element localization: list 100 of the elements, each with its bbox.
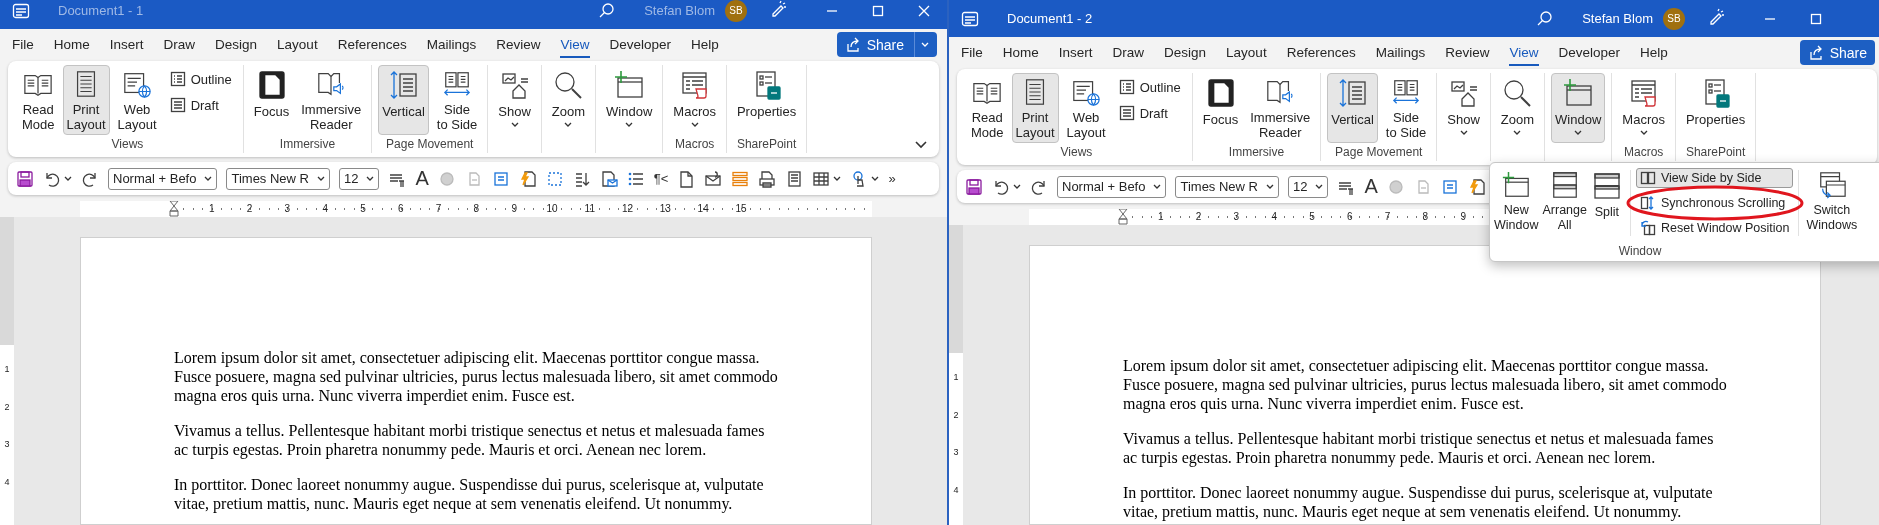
stripes-icon[interactable]: [731, 169, 750, 188]
caret-icon[interactable]: [510, 122, 519, 127]
macros-button[interactable]: Macros: [669, 65, 720, 135]
draft-button[interactable]: Draft: [164, 95, 237, 115]
web-layout-button[interactable]: Web Layout: [1062, 73, 1110, 143]
read-mode-button[interactable]: Read Mode: [18, 65, 59, 135]
ribbon-tab[interactable]: Insert: [109, 31, 144, 58]
draft-button[interactable]: Draft: [1113, 103, 1186, 123]
properties-button[interactable]: Properties: [732, 65, 801, 135]
dropdown-field[interactable]: 12: [339, 167, 380, 190]
print-layout-button[interactable]: Print Layout: [62, 65, 110, 135]
indent-marker-icon[interactable]: [169, 201, 179, 217]
immersive-reader-button[interactable]: Immersive Reader: [297, 65, 366, 135]
ribbon-tab[interactable]: Review: [1445, 39, 1490, 66]
outline-button[interactable]: Outline: [164, 69, 237, 89]
caret-icon[interactable]: [833, 176, 842, 181]
caret-icon[interactable]: [564, 122, 573, 127]
focus-button[interactable]: Focus: [1198, 73, 1243, 143]
dropdown-field[interactable]: Normal + Befo: [108, 167, 218, 190]
caret-icon[interactable]: [1153, 184, 1162, 189]
immersive-reader-button[interactable]: Immersive Reader: [1246, 73, 1315, 143]
side-to-side-button[interactable]: Side to Side: [432, 65, 482, 135]
web-layout-button[interactable]: Web Layout: [113, 65, 161, 135]
ribbon-tab[interactable]: View: [560, 31, 590, 58]
ribbon-tab[interactable]: References: [337, 31, 407, 58]
pen-icon[interactable]: [1707, 8, 1725, 26]
document-icon[interactable]: [785, 169, 804, 188]
macros-button[interactable]: Macros: [1618, 73, 1669, 143]
user-avatar[interactable]: SB: [1663, 7, 1685, 30]
dotted-selection-icon[interactable]: [545, 169, 564, 188]
lightning-page-icon[interactable]: [518, 169, 537, 188]
text-box-icon[interactable]: [491, 169, 510, 188]
caret-icon[interactable]: [625, 122, 634, 127]
show-button[interactable]: Show: [1443, 73, 1484, 143]
caret-icon[interactable]: [1315, 184, 1324, 189]
toolbar-button[interactable]: A: [415, 167, 429, 190]
ribbon-tab[interactable]: Mailings: [1375, 39, 1426, 66]
ribbon-tab[interactable]: Insert: [1058, 39, 1093, 66]
switch-windows-button[interactable]: Switch Windows: [1804, 166, 1860, 236]
save-icon[interactable]: [965, 177, 983, 196]
ribbon-tab[interactable]: Developer: [1558, 39, 1621, 66]
read-mode-button[interactable]: Read Mode: [967, 73, 1008, 143]
vertical-button[interactable]: Vertical: [1327, 73, 1378, 143]
ribbon-tab[interactable]: View: [1509, 39, 1539, 66]
caret-icon[interactable]: [366, 176, 375, 181]
dropdown-field[interactable]: Times New R: [1175, 175, 1279, 198]
reset-window-position-button[interactable]: Reset Window Position: [1635, 218, 1794, 238]
table-icon[interactable]: [812, 169, 831, 188]
caret-icon[interactable]: [690, 122, 699, 127]
ribbon-tab[interactable]: Developer: [609, 31, 672, 58]
envelope-clip-icon[interactable]: [704, 169, 723, 188]
view-side-by-side-button[interactable]: View Side by Side: [1635, 168, 1794, 188]
window-button[interactable]: Window: [602, 65, 657, 135]
share-button[interactable]: Share: [836, 32, 937, 57]
ribbon-tab[interactable]: Help: [1640, 39, 1668, 66]
toolbar-button[interactable]: A: [1364, 175, 1378, 198]
page-icon[interactable]: [677, 169, 696, 188]
zoom-button[interactable]: Zoom: [1496, 73, 1539, 143]
ribbon-tab[interactable]: Draw: [1112, 39, 1145, 66]
ribbon-tab[interactable]: Home: [1002, 39, 1039, 66]
toolbar-button[interactable]: »: [888, 171, 896, 186]
ribbon-tab[interactable]: Review: [496, 31, 541, 58]
outline-button[interactable]: Outline: [1113, 77, 1186, 97]
ribbon-tab[interactable]: References: [1286, 39, 1356, 66]
toolbar-button[interactable]: ¶<: [653, 171, 669, 186]
zoom-button[interactable]: Zoom: [547, 65, 590, 135]
caret-icon[interactable]: [871, 176, 880, 181]
caret-icon[interactable]: [1013, 184, 1021, 189]
caret-icon[interactable]: [1266, 184, 1274, 189]
dropdown-field[interactable]: Times New R: [226, 167, 330, 190]
indent-marker-icon[interactable]: [1118, 209, 1128, 225]
caret-icon[interactable]: [317, 176, 325, 181]
ribbon-tab[interactable]: Layout: [277, 31, 318, 58]
window-button[interactable]: Window: [1551, 73, 1606, 143]
caret-icon[interactable]: [1574, 130, 1583, 135]
print-layout-button[interactable]: Print Layout: [1011, 73, 1059, 143]
lightning-page-icon[interactable]: [1467, 177, 1486, 196]
ribbon-tab[interactable]: Help: [691, 31, 719, 58]
print-page-icon[interactable]: [758, 169, 777, 188]
dropdown-field[interactable]: 12: [1288, 175, 1329, 198]
share-button[interactable]: Share: [1799, 40, 1875, 65]
ribbon-tab[interactable]: Mailings: [426, 31, 477, 58]
mail-page-icon[interactable]: [599, 169, 618, 188]
ribbon-tab[interactable]: Home: [53, 31, 90, 58]
save-icon[interactable]: [16, 169, 34, 188]
split-button[interactable]: Split: [1588, 166, 1625, 236]
text-box-icon[interactable]: [1440, 177, 1459, 196]
caret-icon[interactable]: [1639, 130, 1648, 135]
search-icon[interactable]: [598, 1, 617, 20]
vertical-button[interactable]: Vertical: [378, 65, 429, 135]
user-avatar[interactable]: SB: [725, 0, 747, 22]
collapse-icon[interactable]: [915, 141, 927, 149]
ribbon-tab[interactable]: Layout: [1226, 39, 1267, 66]
caret-icon[interactable]: [1513, 130, 1522, 135]
search-icon[interactable]: [1536, 9, 1555, 28]
dropdown-field[interactable]: Normal + Befo: [1057, 175, 1167, 198]
ribbon-tab[interactable]: Design: [1164, 39, 1207, 66]
properties-button[interactable]: Properties: [1681, 73, 1750, 143]
ribbon-tab[interactable]: File: [12, 31, 34, 58]
focus-button[interactable]: Focus: [249, 65, 294, 135]
